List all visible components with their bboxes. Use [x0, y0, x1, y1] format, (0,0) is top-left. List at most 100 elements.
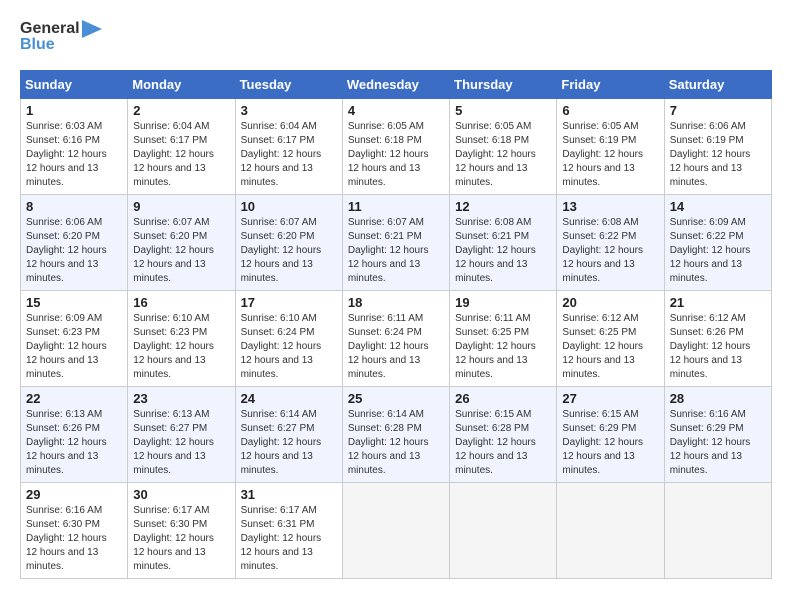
day-number: 1 — [26, 103, 122, 118]
calendar-day-cell: 5 Sunrise: 6:05 AMSunset: 6:18 PMDaylight… — [450, 99, 557, 195]
day-number: 31 — [241, 487, 337, 502]
calendar-day-cell: 12Sunrise: 6:08 AMSunset: 6:21 PMDayligh… — [450, 195, 557, 291]
day-info: Sunrise: 6:13 AMSunset: 6:26 PMDaylight:… — [26, 408, 122, 478]
day-number: 29 — [26, 487, 122, 502]
calendar-day-cell: 6 Sunrise: 6:05 AMSunset: 6:19 PMDaylight… — [557, 99, 664, 195]
logo-triangle-icon — [82, 20, 102, 38]
calendar-day-cell: 14 Sunrise: 6:09 AMSunset: 6:22 PMDayligh… — [664, 195, 771, 291]
calendar-day-cell: 4 Sunrise: 6:05 AMSunset: 6:18 PMDaylight… — [342, 99, 449, 195]
day-number: 28 — [670, 391, 766, 406]
day-number: 7 — [670, 103, 766, 118]
day-info: Sunrise: 6:14 AMSunset: 6:28 PMDaylight:… — [348, 408, 444, 478]
day-info: Sunrise: 6:04 AMSunset: 6:17 PMDaylight:… — [133, 120, 229, 190]
day-info: Sunrise: 6:06 AMSunset: 6:19 PMDaylight:… — [670, 120, 766, 190]
day-info: Sunrise: 6:11 AMSunset: 6:25 PMDaylight:… — [455, 312, 551, 382]
day-number: 23 — [133, 391, 229, 406]
calendar-day-cell: 17Sunrise: 6:10 AMSunset: 6:24 PMDayligh… — [235, 291, 342, 387]
day-info: Sunrise: 6:12 AMSunset: 6:26 PMDaylight:… — [670, 312, 766, 382]
day-info: Sunrise: 6:04 AMSunset: 6:17 PMDaylight:… — [241, 120, 337, 190]
day-number: 14 — [670, 199, 766, 214]
calendar-day-cell: 11 Sunrise: 6:07 AMSunset: 6:21 PMDayligh… — [342, 195, 449, 291]
calendar-day-cell: 7 Sunrise: 6:06 AMSunset: 6:19 PMDaylight… — [664, 99, 771, 195]
day-number: 27 — [562, 391, 658, 406]
day-info: Sunrise: 6:17 AMSunset: 6:31 PMDaylight:… — [241, 504, 337, 574]
day-info: Sunrise: 6:05 AMSunset: 6:18 PMDaylight:… — [348, 120, 444, 190]
calendar-week-row: 15 Sunrise: 6:09 AMSunset: 6:23 PMDayligh… — [21, 291, 772, 387]
calendar-day-cell: 29 Sunrise: 6:16 AMSunset: 6:30 PMDayligh… — [21, 483, 128, 579]
day-info: Sunrise: 6:06 AMSunset: 6:20 PMDaylight:… — [26, 216, 122, 286]
day-info: Sunrise: 6:12 AMSunset: 6:25 PMDaylight:… — [562, 312, 658, 382]
calendar-day-cell: 24 Sunrise: 6:14 AMSunset: 6:27 PMDayligh… — [235, 387, 342, 483]
calendar-day-cell: 15 Sunrise: 6:09 AMSunset: 6:23 PMDayligh… — [21, 291, 128, 387]
day-number: 5 — [455, 103, 551, 118]
calendar-day-cell — [342, 483, 449, 579]
calendar-day-cell: 19 Sunrise: 6:11 AMSunset: 6:25 PMDayligh… — [450, 291, 557, 387]
day-info: Sunrise: 6:10 AMSunset: 6:23 PMDaylight:… — [133, 312, 229, 382]
day-number: 16 — [133, 295, 229, 310]
calendar-day-cell: 9 Sunrise: 6:07 AMSunset: 6:20 PMDaylight… — [128, 195, 235, 291]
day-info: Sunrise: 6:03 AMSunset: 6:16 PMDaylight:… — [26, 120, 122, 190]
day-number: 21 — [670, 295, 766, 310]
day-number: 25 — [348, 391, 444, 406]
calendar-day-cell: 21 Sunrise: 6:12 AMSunset: 6:26 PMDayligh… — [664, 291, 771, 387]
day-number: 10 — [241, 199, 337, 214]
day-info: Sunrise: 6:11 AMSunset: 6:24 PMDaylight:… — [348, 312, 444, 382]
day-number: 6 — [562, 103, 658, 118]
day-number: 9 — [133, 199, 229, 214]
day-info: Sunrise: 6:07 AMSunset: 6:21 PMDaylight:… — [348, 216, 444, 286]
calendar-day-cell: 26 Sunrise: 6:15 AMSunset: 6:28 PMDayligh… — [450, 387, 557, 483]
day-number: 15 — [26, 295, 122, 310]
calendar-day-cell: 13Sunrise: 6:08 AMSunset: 6:22 PMDayligh… — [557, 195, 664, 291]
day-number: 26 — [455, 391, 551, 406]
day-info: Sunrise: 6:08 AMSunset: 6:22 PMDaylight:… — [562, 216, 658, 286]
weekday-header-sunday: Sunday — [21, 71, 128, 99]
calendar-day-cell: 1 Sunrise: 6:03 AMSunset: 6:16 PMDaylight… — [21, 99, 128, 195]
calendar-day-cell: 31 Sunrise: 6:17 AMSunset: 6:31 PMDayligh… — [235, 483, 342, 579]
day-info: Sunrise: 6:09 AMSunset: 6:22 PMDaylight:… — [670, 216, 766, 286]
day-number: 30 — [133, 487, 229, 502]
calendar-day-cell: 8 Sunrise: 6:06 AMSunset: 6:20 PMDaylight… — [21, 195, 128, 291]
weekday-header-wednesday: Wednesday — [342, 71, 449, 99]
logo: General Blue — [20, 20, 102, 54]
day-number: 18 — [348, 295, 444, 310]
day-number: 8 — [26, 199, 122, 214]
day-info: Sunrise: 6:09 AMSunset: 6:23 PMDaylight:… — [26, 312, 122, 382]
day-info: Sunrise: 6:17 AMSunset: 6:30 PMDaylight:… — [133, 504, 229, 574]
day-number: 24 — [241, 391, 337, 406]
calendar-day-cell: 28 Sunrise: 6:16 AMSunset: 6:29 PMDayligh… — [664, 387, 771, 483]
calendar-day-cell: 23Sunrise: 6:13 AMSunset: 6:27 PMDayligh… — [128, 387, 235, 483]
day-info: Sunrise: 6:16 AMSunset: 6:30 PMDaylight:… — [26, 504, 122, 574]
calendar-week-row: 29 Sunrise: 6:16 AMSunset: 6:30 PMDayligh… — [21, 483, 772, 579]
day-info: Sunrise: 6:05 AMSunset: 6:19 PMDaylight:… — [562, 120, 658, 190]
day-info: Sunrise: 6:08 AMSunset: 6:21 PMDaylight:… — [455, 216, 551, 286]
calendar-day-cell: 30 Sunrise: 6:17 AMSunset: 6:30 PMDayligh… — [128, 483, 235, 579]
day-info: Sunrise: 6:07 AMSunset: 6:20 PMDaylight:… — [241, 216, 337, 286]
calendar-week-row: 8 Sunrise: 6:06 AMSunset: 6:20 PMDaylight… — [21, 195, 772, 291]
day-info: Sunrise: 6:15 AMSunset: 6:29 PMDaylight:… — [562, 408, 658, 478]
calendar-day-cell: 25 Sunrise: 6:14 AMSunset: 6:28 PMDayligh… — [342, 387, 449, 483]
calendar-day-cell: 27 Sunrise: 6:15 AMSunset: 6:29 PMDayligh… — [557, 387, 664, 483]
day-number: 2 — [133, 103, 229, 118]
calendar-day-cell — [557, 483, 664, 579]
page-header: General Blue — [20, 20, 772, 54]
day-number: 4 — [348, 103, 444, 118]
day-info: Sunrise: 6:07 AMSunset: 6:20 PMDaylight:… — [133, 216, 229, 286]
day-info: Sunrise: 6:16 AMSunset: 6:29 PMDaylight:… — [670, 408, 766, 478]
calendar-day-cell: 22Sunrise: 6:13 AMSunset: 6:26 PMDayligh… — [21, 387, 128, 483]
weekday-header-saturday: Saturday — [664, 71, 771, 99]
day-info: Sunrise: 6:15 AMSunset: 6:28 PMDaylight:… — [455, 408, 551, 478]
calendar-table: SundayMondayTuesdayWednesdayThursdayFrid… — [20, 70, 772, 579]
logo-blue: Blue — [20, 36, 55, 54]
calendar-week-row: 22Sunrise: 6:13 AMSunset: 6:26 PMDayligh… — [21, 387, 772, 483]
weekday-header-monday: Monday — [128, 71, 235, 99]
day-info: Sunrise: 6:14 AMSunset: 6:27 PMDaylight:… — [241, 408, 337, 478]
calendar-day-cell: 3Sunrise: 6:04 AMSunset: 6:17 PMDaylight… — [235, 99, 342, 195]
day-info: Sunrise: 6:05 AMSunset: 6:18 PMDaylight:… — [455, 120, 551, 190]
weekday-header-thursday: Thursday — [450, 71, 557, 99]
calendar-day-cell: 10 Sunrise: 6:07 AMSunset: 6:20 PMDayligh… — [235, 195, 342, 291]
calendar-day-cell — [450, 483, 557, 579]
day-number: 19 — [455, 295, 551, 310]
day-number: 11 — [348, 199, 444, 214]
calendar-day-cell: 20Sunrise: 6:12 AMSunset: 6:25 PMDayligh… — [557, 291, 664, 387]
calendar-day-cell: 18 Sunrise: 6:11 AMSunset: 6:24 PMDayligh… — [342, 291, 449, 387]
